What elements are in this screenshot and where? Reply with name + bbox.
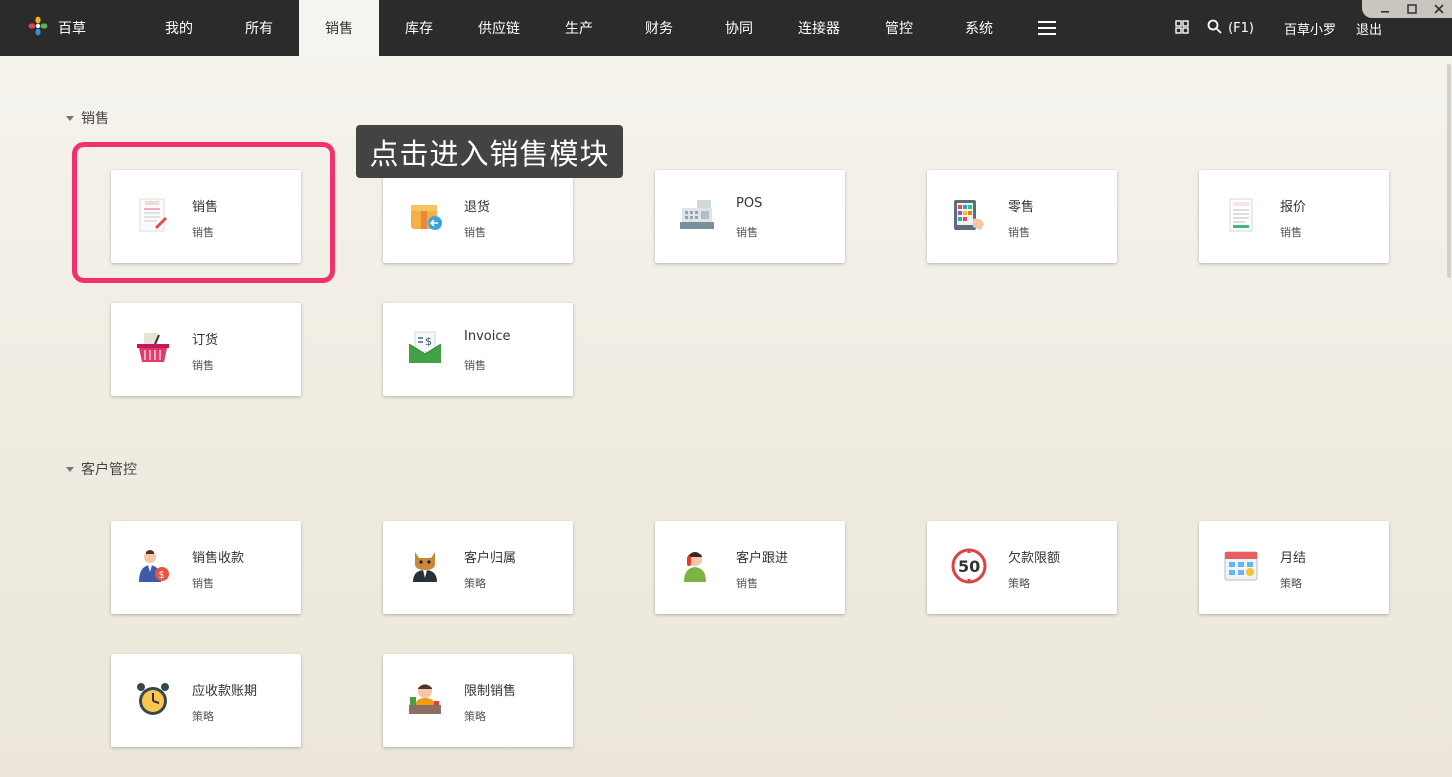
nav-item-finance[interactable]: 财务	[619, 0, 699, 56]
collapse-caret-icon	[66, 115, 74, 121]
card-title: Invoice	[464, 329, 511, 344]
brand[interactable]: 百草	[28, 0, 86, 56]
card-title: 销售	[192, 200, 219, 215]
module-card-quotation[interactable]: 报价 销售	[1199, 170, 1389, 263]
minimize-icon[interactable]	[1378, 2, 1392, 16]
cash-register-icon	[679, 197, 715, 233]
search-button[interactable]: (F1)	[1207, 19, 1254, 38]
card-title: 欠款限额	[1008, 551, 1061, 566]
scrollbar-thumb[interactable]	[1447, 64, 1451, 278]
svg-text:$: $	[159, 570, 165, 581]
card-title: 订货	[192, 333, 219, 348]
module-card-credit-limit[interactable]: 50 欠款限额 策略	[927, 521, 1117, 614]
card-subtitle: 策略	[464, 577, 486, 590]
card-subtitle: 销售	[192, 577, 214, 590]
payment-collector-icon: $	[135, 548, 171, 584]
module-card-receivable-period[interactable]: 应收款账期 策略	[111, 654, 301, 747]
search-shortcut: (F1)	[1228, 20, 1254, 36]
module-card-restricted-sales[interactable]: 限制销售 策略	[383, 654, 573, 747]
tutorial-tooltip: 点击进入销售模块	[356, 125, 623, 178]
card-title: 限制销售	[464, 684, 517, 699]
nav-item-connector[interactable]: 连接器	[779, 0, 859, 56]
card-subtitle: 策略	[1008, 577, 1030, 590]
card-title: POS	[736, 196, 763, 211]
card-title: 客户归属	[464, 551, 517, 566]
card-subtitle: 销售	[1280, 226, 1302, 239]
section-title: 客户管控	[81, 462, 137, 478]
calendar-icon	[1223, 548, 1259, 584]
top-bar: 百草 我的 所有 销售 库存 供应链 生产 财务 协同 连接器 管控 系统 (F…	[0, 0, 1452, 56]
nav-item-supply-chain[interactable]: 供应链	[459, 0, 539, 56]
nav-item-sales[interactable]: 销售	[299, 0, 379, 56]
card-title: 月结	[1280, 551, 1307, 566]
user-name[interactable]: 百草小罗	[1284, 19, 1336, 38]
svg-text:50: 50	[958, 557, 980, 576]
quote-document-icon	[1223, 197, 1259, 233]
module-card-monthly-settlement[interactable]: 月结 策略	[1199, 521, 1389, 614]
nav-item-inventory[interactable]: 库存	[379, 0, 459, 56]
card-subtitle: 销售	[192, 359, 214, 372]
card-subtitle: 销售	[1008, 226, 1030, 239]
phone-call-icon	[679, 548, 715, 584]
brand-logo-icon	[28, 16, 48, 40]
section-header-customer-control[interactable]: 客户管控	[66, 459, 137, 479]
grid-icon[interactable]	[1175, 19, 1189, 38]
alarm-clock-icon	[135, 681, 171, 717]
brand-name: 百草	[58, 21, 86, 37]
card-subtitle: 销售	[464, 359, 486, 372]
collapse-caret-icon	[66, 466, 74, 472]
card-subtitle: 销售	[736, 226, 758, 239]
svg-text:$: $	[425, 335, 432, 348]
nav-item-system[interactable]: 系统	[939, 0, 1019, 56]
card-subtitle: 销售	[464, 226, 486, 239]
return-box-icon	[407, 197, 443, 233]
module-card-sales-collection[interactable]: $ 销售收款 销售	[111, 521, 301, 614]
maximize-icon[interactable]	[1405, 2, 1419, 16]
section-header-sales[interactable]: 销售	[66, 108, 109, 128]
nav-item-mine[interactable]: 我的	[139, 0, 219, 56]
card-subtitle: 销售	[736, 577, 758, 590]
module-card-returns[interactable]: 退货 销售	[383, 170, 573, 263]
module-card-invoice[interactable]: $ Invoice 销售	[383, 303, 573, 396]
module-card-customer-ownership[interactable]: 客户归属 策略	[383, 521, 573, 614]
module-card-retail[interactable]: 零售 销售	[927, 170, 1117, 263]
module-card-pos[interactable]: POS 销售	[655, 170, 845, 263]
scrollbar[interactable]	[1446, 56, 1452, 777]
card-title: 零售	[1008, 200, 1035, 215]
limit-50-icon: 50	[951, 548, 987, 584]
module-card-sales[interactable]: 销售 销售	[111, 170, 301, 263]
card-title: 销售收款	[192, 551, 245, 566]
card-title: 退货	[464, 200, 491, 215]
invoice-envelope-icon: $	[407, 330, 443, 366]
nav-item-collaboration[interactable]: 协同	[699, 0, 779, 56]
card-subtitle: 销售	[192, 226, 214, 239]
nav-item-production[interactable]: 生产	[539, 0, 619, 56]
card-subtitle: 策略	[192, 710, 214, 723]
cat-owner-icon	[407, 548, 443, 584]
sales-order-icon	[135, 197, 171, 233]
nav-item-all[interactable]: 所有	[219, 0, 299, 56]
window-controls	[1362, 0, 1452, 18]
shopping-basket-icon	[135, 330, 171, 366]
search-icon	[1207, 19, 1222, 38]
nav-item-control[interactable]: 管控	[859, 0, 939, 56]
module-card-customer-followup[interactable]: 客户跟进 销售	[655, 521, 845, 614]
main-nav: 我的 所有 销售 库存 供应链 生产 财务 协同 连接器 管控 系统	[139, 0, 1075, 56]
logout-button[interactable]: 退出	[1356, 19, 1382, 38]
card-title: 客户跟进	[736, 551, 789, 566]
card-title: 应收款账期	[192, 684, 258, 699]
card-title: 报价	[1280, 200, 1307, 215]
close-icon[interactable]	[1432, 2, 1446, 16]
hamburger-icon[interactable]	[1019, 0, 1075, 56]
retail-terminal-icon	[951, 197, 987, 233]
module-card-order[interactable]: 订货 销售	[111, 303, 301, 396]
restricted-seller-icon	[407, 681, 443, 717]
card-subtitle: 策略	[464, 710, 486, 723]
card-subtitle: 策略	[1280, 577, 1302, 590]
section-title: 销售	[81, 111, 109, 127]
